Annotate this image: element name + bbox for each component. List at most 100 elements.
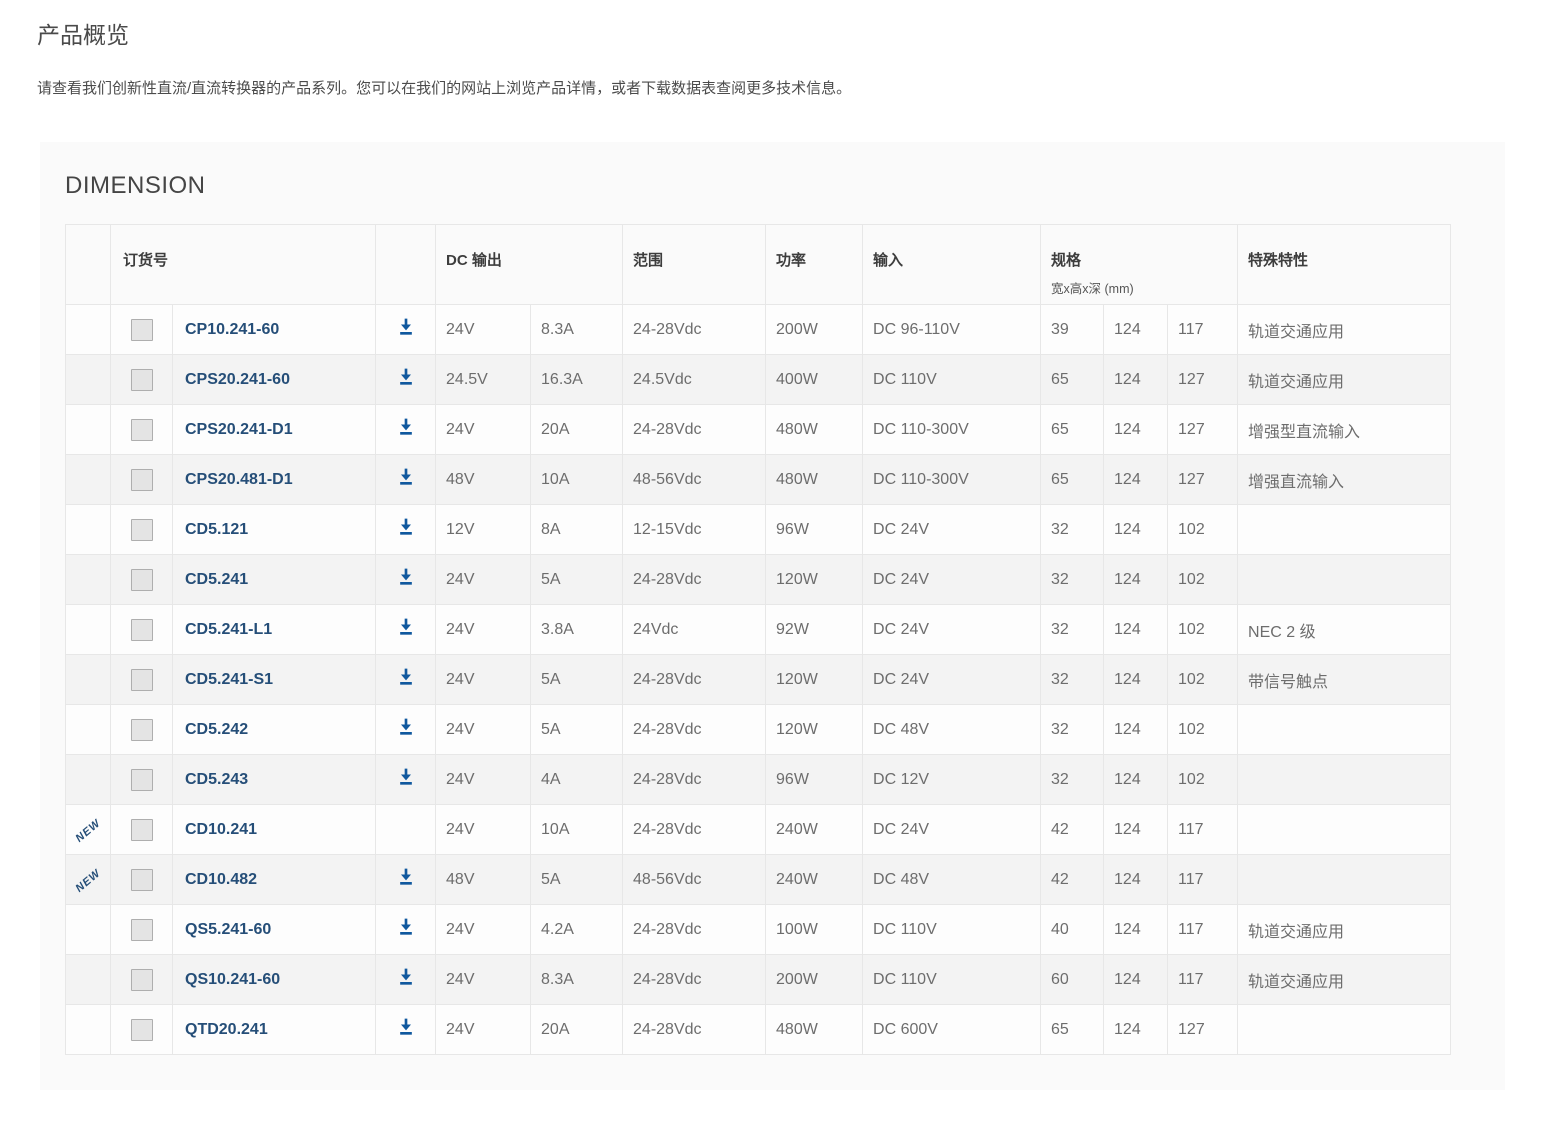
row-checkbox[interactable]	[131, 469, 153, 491]
download-icon[interactable]	[396, 766, 416, 788]
input-cell: DC 24V	[863, 805, 1041, 855]
product-link[interactable]: CPS20.241-60	[185, 371, 290, 388]
special-feature-cell	[1238, 805, 1451, 855]
row-checkbox[interactable]	[131, 919, 153, 941]
range-cell: 24-28Vdc	[623, 955, 766, 1005]
range-cell: 24-28Vdc	[623, 405, 766, 455]
spec-width-cell: 65	[1041, 405, 1104, 455]
product-link[interactable]: CPS20.481-D1	[185, 471, 293, 488]
dc-voltage-cell: 24V	[436, 405, 531, 455]
table-row: QTD20.24124V20A24-28Vdc480WDC 600V651241…	[66, 1005, 1451, 1055]
download-icon[interactable]	[396, 966, 416, 988]
download-icon[interactable]	[396, 616, 416, 638]
download-icon[interactable]	[396, 416, 416, 438]
spec-height-cell: 124	[1104, 555, 1168, 605]
new-badge: NEW	[73, 817, 103, 845]
download-cell	[376, 405, 436, 455]
input-cell: DC 24V	[863, 555, 1041, 605]
row-checkbox[interactable]	[131, 1019, 153, 1041]
product-link[interactable]: CD5.243	[185, 771, 248, 788]
page-title: 产品概览	[37, 16, 1545, 50]
spec-depth-cell: 117	[1168, 305, 1238, 355]
row-checkbox[interactable]	[131, 519, 153, 541]
input-cell: DC 24V	[863, 505, 1041, 555]
header-row: 订货号 DC 输出 范围 功率 输入 规格 宽x高x深 (mm) 特殊特性	[66, 225, 1451, 305]
spec-depth-cell: 102	[1168, 505, 1238, 555]
product-cell: CD10.241	[173, 805, 376, 855]
download-icon[interactable]	[396, 866, 416, 888]
download-icon[interactable]	[396, 316, 416, 338]
input-cell: DC 48V	[863, 705, 1041, 755]
spec-width-cell: 32	[1041, 705, 1104, 755]
spec-width-cell: 32	[1041, 655, 1104, 705]
row-checkbox[interactable]	[131, 569, 153, 591]
product-link[interactable]: QS10.241-60	[185, 971, 280, 988]
spec-height-cell: 124	[1104, 405, 1168, 455]
range-cell: 12-15Vdc	[623, 505, 766, 555]
dc-current-cell: 8A	[531, 505, 623, 555]
spec-height-cell: 124	[1104, 755, 1168, 805]
power-cell: 96W	[766, 505, 863, 555]
dc-voltage-cell: 24V	[436, 805, 531, 855]
input-cell: DC 110-300V	[863, 455, 1041, 505]
checkbox-cell	[111, 905, 173, 955]
row-checkbox[interactable]	[131, 669, 153, 691]
download-cell	[376, 855, 436, 905]
product-cell: CPS20.241-60	[173, 355, 376, 405]
product-link[interactable]: CD5.242	[185, 721, 248, 738]
spec-depth-cell: 127	[1168, 405, 1238, 455]
range-cell: 24.5Vdc	[623, 355, 766, 405]
range-cell: 24Vdc	[623, 605, 766, 655]
row-checkbox[interactable]	[131, 819, 153, 841]
special-feature-cell	[1238, 755, 1451, 805]
download-cell	[376, 305, 436, 355]
product-cell: CP10.241-60	[173, 305, 376, 355]
download-icon[interactable]	[396, 466, 416, 488]
panel-heading: DIMENSION	[65, 172, 1480, 200]
dc-voltage-cell: 24V	[436, 655, 531, 705]
download-icon[interactable]	[396, 516, 416, 538]
product-link[interactable]: CD5.241	[185, 571, 248, 588]
download-cell	[376, 455, 436, 505]
product-link[interactable]: CD10.482	[185, 871, 257, 888]
special-feature-cell: 增强型直流输入	[1238, 405, 1451, 455]
product-link[interactable]: QTD20.241	[185, 1021, 268, 1038]
row-checkbox[interactable]	[131, 769, 153, 791]
dc-current-cell: 4.2A	[531, 905, 623, 955]
range-cell: 24-28Vdc	[623, 805, 766, 855]
spec-width-cell: 32	[1041, 755, 1104, 805]
product-link[interactable]: QS5.241-60	[185, 921, 271, 938]
download-icon[interactable]	[396, 1016, 416, 1038]
spec-width-cell: 32	[1041, 505, 1104, 555]
input-cell: DC 110-300V	[863, 405, 1041, 455]
checkbox-cell	[111, 755, 173, 805]
checkbox-cell	[111, 305, 173, 355]
row-checkbox[interactable]	[131, 969, 153, 991]
download-cell	[376, 605, 436, 655]
product-link[interactable]: CP10.241-60	[185, 321, 279, 338]
download-icon[interactable]	[396, 716, 416, 738]
download-icon[interactable]	[396, 366, 416, 388]
row-checkbox[interactable]	[131, 419, 153, 441]
product-link[interactable]: CPS20.241-D1	[185, 421, 293, 438]
product-link[interactable]: CD5.241-S1	[185, 671, 273, 688]
new-badge-cell	[66, 355, 111, 405]
download-icon[interactable]	[396, 566, 416, 588]
download-icon[interactable]	[396, 916, 416, 938]
dc-voltage-cell: 24V	[436, 705, 531, 755]
row-checkbox[interactable]	[131, 619, 153, 641]
product-link[interactable]: CD5.121	[185, 521, 248, 538]
row-checkbox[interactable]	[131, 319, 153, 341]
row-checkbox[interactable]	[131, 369, 153, 391]
power-cell: 200W	[766, 305, 863, 355]
row-checkbox[interactable]	[131, 869, 153, 891]
row-checkbox[interactable]	[131, 719, 153, 741]
spec-width-cell: 60	[1041, 955, 1104, 1005]
checkbox-cell	[111, 455, 173, 505]
product-cell: CD5.241-L1	[173, 605, 376, 655]
product-link[interactable]: CD10.241	[185, 821, 257, 838]
product-link[interactable]: CD5.241-L1	[185, 621, 272, 638]
spec-height-cell: 124	[1104, 355, 1168, 405]
dc-current-cell: 20A	[531, 405, 623, 455]
download-icon[interactable]	[396, 666, 416, 688]
